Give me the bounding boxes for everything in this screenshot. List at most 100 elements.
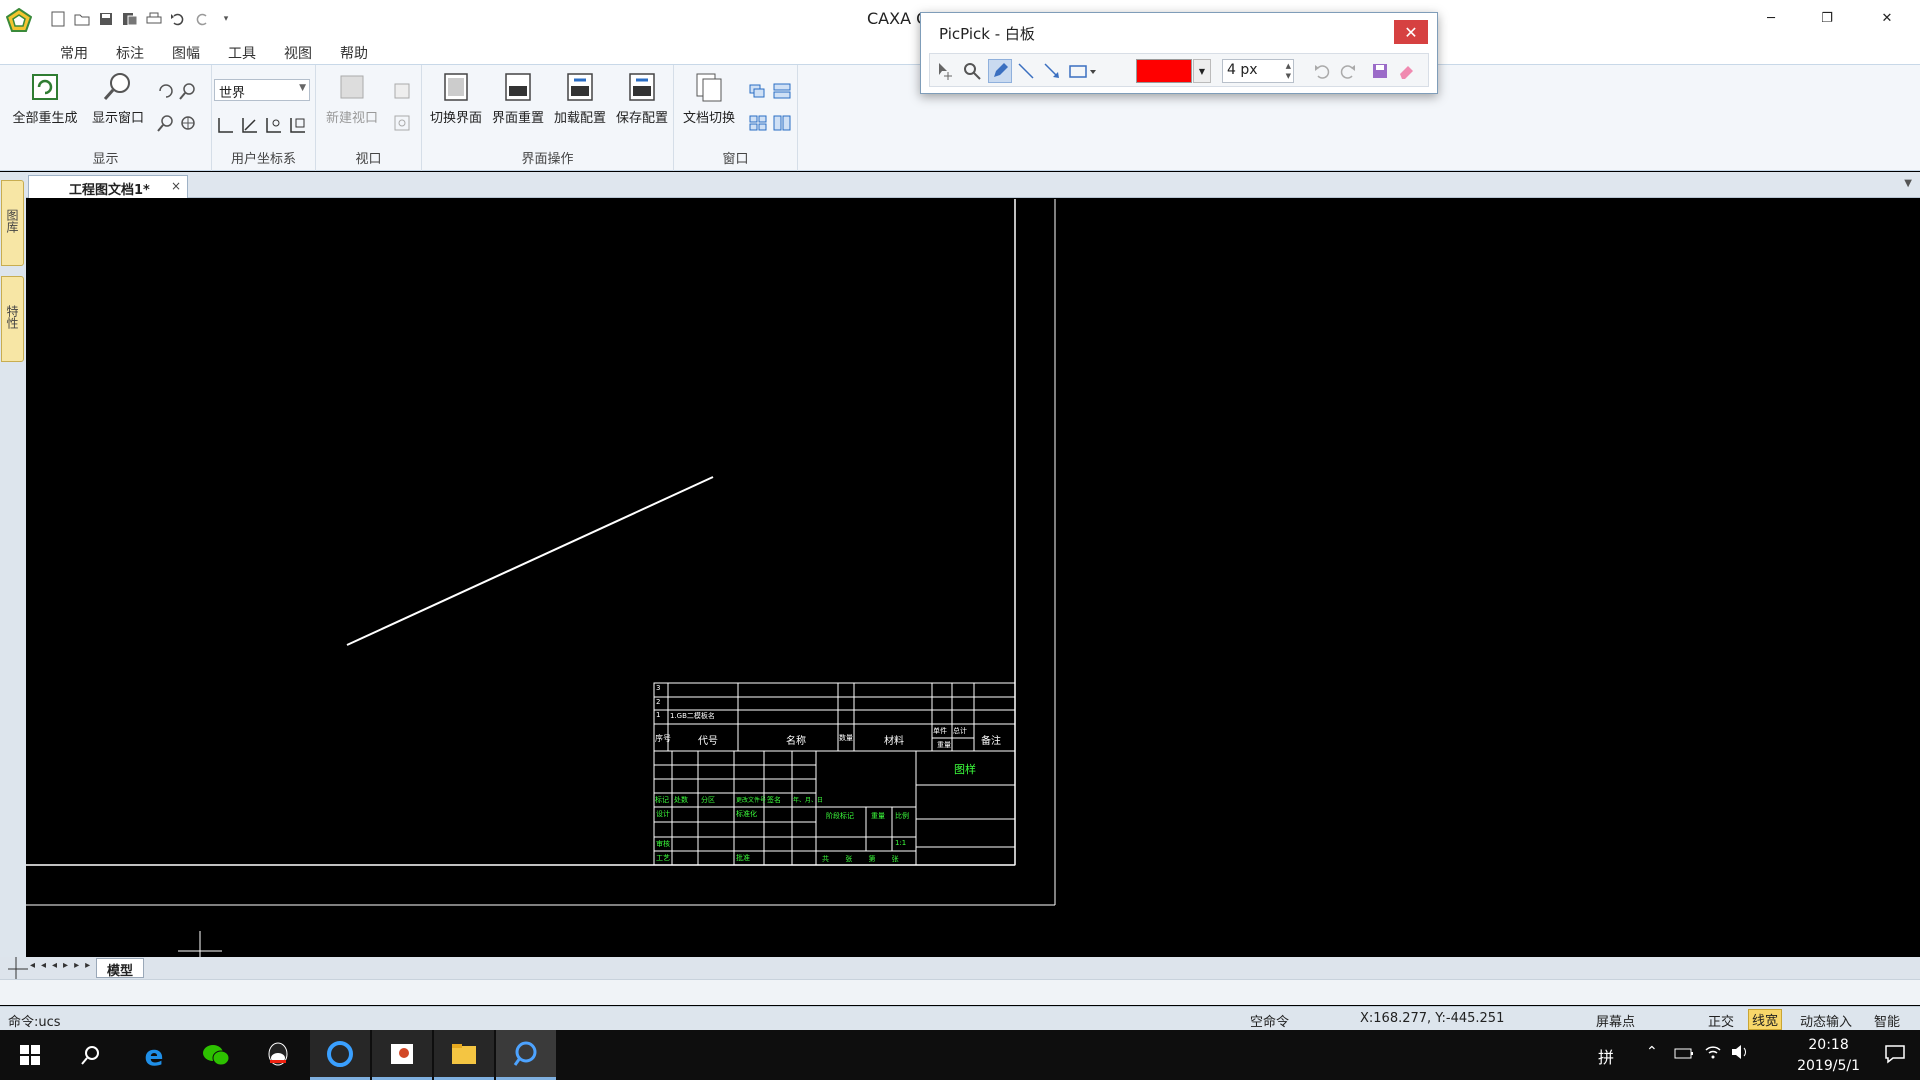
caxa-taskbar-icon[interactable] xyxy=(496,1030,556,1080)
customize-icon[interactable]: ▾ xyxy=(216,10,236,28)
color-dropdown-icon[interactable]: ▼ xyxy=(1193,59,1211,83)
chevron-down-icon[interactable]: ▼ xyxy=(1904,178,1912,189)
cascade-icon[interactable] xyxy=(748,81,768,101)
new-viewport-button[interactable]: 新建视口 xyxy=(322,71,382,126)
command-line[interactable]: 命令:ucs xyxy=(8,1011,61,1030)
ucs-new-icon[interactable] xyxy=(216,115,236,135)
status-linewidth[interactable]: 线宽 xyxy=(1748,1009,1783,1030)
ucs-origin-icon xyxy=(8,957,28,979)
doc-switch-button[interactable]: 文档切换 xyxy=(678,71,740,126)
powerpoint-icon[interactable] xyxy=(372,1030,432,1080)
tile-horizontal-icon[interactable] xyxy=(772,81,792,101)
rotate-view-icon[interactable] xyxy=(156,81,176,101)
zoom-icon[interactable] xyxy=(178,81,198,101)
pen-icon[interactable] xyxy=(988,59,1012,83)
show-window-button[interactable]: 显示窗口 xyxy=(86,71,150,126)
status-snap[interactable]: 屏幕点 xyxy=(1596,1011,1635,1030)
tab-tools[interactable]: 工具 xyxy=(228,43,256,63)
switch-ui-button[interactable]: 切换界面 xyxy=(426,71,486,126)
load-config-icon xyxy=(564,71,596,103)
wechat-icon[interactable] xyxy=(186,1030,246,1080)
save-icon[interactable] xyxy=(1368,59,1392,83)
volume-icon[interactable] xyxy=(1730,1044,1750,1064)
redo-icon[interactable] xyxy=(192,10,212,28)
eraser-icon[interactable] xyxy=(1394,59,1418,83)
command-history[interactable] xyxy=(0,979,1920,1005)
search-icon[interactable] xyxy=(60,1030,120,1080)
regen-all-button[interactable]: 全部重生成 xyxy=(8,71,82,126)
left-sidebar: 图库 特性 xyxy=(0,172,26,972)
caxa-logo-icon[interactable] xyxy=(5,7,33,32)
zoom-in-icon[interactable] xyxy=(156,113,176,133)
ucs-switch-icon[interactable] xyxy=(264,115,284,135)
viewport-layout-icon[interactable] xyxy=(392,81,412,101)
edge-icon[interactable]: e xyxy=(124,1030,184,1080)
line-icon[interactable] xyxy=(1014,59,1038,83)
open-icon[interactable] xyxy=(72,10,92,28)
tb-scale-value: 1:1 xyxy=(895,839,907,847)
pan-icon[interactable] xyxy=(178,113,198,133)
notification-icon[interactable] xyxy=(1884,1044,1906,1068)
battery-icon[interactable] xyxy=(1674,1046,1694,1064)
load-config-button[interactable]: 加载配置 xyxy=(550,71,610,126)
wifi-icon[interactable] xyxy=(1704,1044,1722,1064)
status-smart[interactable]: 智能 xyxy=(1874,1011,1900,1030)
drawn-line[interactable] xyxy=(346,476,714,646)
doc-tab-close-icon[interactable]: × xyxy=(171,179,181,193)
tile-vertical-icon[interactable] xyxy=(772,113,792,133)
tb-header-unit: 单件 xyxy=(933,727,947,735)
spinner-icon[interactable]: ▲ ▼ xyxy=(1286,61,1291,81)
tab-model[interactable]: 模型 xyxy=(96,958,144,979)
quick-access-toolbar: ▾ xyxy=(48,10,236,28)
print-icon[interactable] xyxy=(144,10,164,28)
status-dynamic-input[interactable]: 动态输入 xyxy=(1800,1011,1852,1030)
layout-nav-arrows[interactable]: ◂◂◂▸▸▸ xyxy=(30,960,96,971)
ucs-manage-icon[interactable] xyxy=(240,115,260,135)
ucs-display-icon[interactable] xyxy=(288,115,308,135)
picpick-close-button[interactable]: ✕ xyxy=(1394,20,1428,44)
save-as-icon[interactable] xyxy=(120,10,140,28)
save-config-button[interactable]: 保存配置 xyxy=(612,71,672,126)
chevron-down-icon: ▼ xyxy=(299,83,306,93)
group-window: 文档切换 窗口 xyxy=(674,65,798,171)
clock[interactable]: 20:18 2019/5/1 xyxy=(1797,1035,1860,1077)
reset-ui-button[interactable]: 界面重置 xyxy=(488,71,548,126)
magnifier-icon[interactable] xyxy=(960,59,984,83)
pen-size-input[interactable]: 4 px ▲ ▼ xyxy=(1222,59,1294,83)
qq-icon[interactable] xyxy=(248,1030,308,1080)
undo-icon[interactable] xyxy=(1310,59,1334,83)
color-swatch[interactable] xyxy=(1136,59,1192,83)
tab-help[interactable]: 帮助 xyxy=(340,43,368,63)
file-explorer-icon[interactable] xyxy=(434,1030,494,1080)
tab-common[interactable]: 常用 xyxy=(60,43,88,63)
tb-header-code: 代号 xyxy=(698,736,718,747)
side-tab-properties-label: 特性 xyxy=(5,305,19,329)
tile-grid-icon[interactable] xyxy=(748,113,768,133)
picpick-window[interactable]: PicPick - 白板 ✕ ▼ 4 px ▲ ▼ xyxy=(920,12,1438,94)
arrow-icon[interactable] xyxy=(1040,59,1064,83)
tab-document[interactable]: 工程图文档1* × xyxy=(28,175,188,198)
tab-view[interactable]: 视图 xyxy=(284,43,312,63)
redo-icon[interactable] xyxy=(1336,59,1360,83)
minimize-button[interactable]: ─ xyxy=(1748,6,1794,30)
rectangle-icon[interactable] xyxy=(1066,59,1100,83)
drawing-canvas[interactable]: 3 2 1 1.GB二模板名 序号 代号 名称 数量 材料 单件 总计 重量 备… xyxy=(26,199,1920,957)
status-ortho[interactable]: 正交 xyxy=(1708,1011,1734,1030)
viewport-fit-icon[interactable] xyxy=(392,113,412,133)
ucs-select[interactable]: 世界 ▼ xyxy=(214,79,310,101)
tray-expand-icon[interactable]: ⌃ xyxy=(1646,1044,1658,1060)
save-icon[interactable] xyxy=(96,10,116,28)
qqbrowser-icon[interactable] xyxy=(310,1030,370,1080)
side-tab-library[interactable]: 图库 xyxy=(1,180,24,266)
tab-annotate[interactable]: 标注 xyxy=(116,43,144,63)
ime-indicator[interactable]: 拼 xyxy=(1598,1044,1614,1068)
select-move-icon[interactable] xyxy=(934,59,958,83)
regen-icon xyxy=(29,71,61,103)
close-button[interactable]: ✕ xyxy=(1864,6,1910,30)
side-tab-properties[interactable]: 特性 xyxy=(1,276,24,362)
restore-button[interactable]: ❐ xyxy=(1804,6,1850,30)
tab-sheet[interactable]: 图幅 xyxy=(172,43,200,63)
undo-icon[interactable] xyxy=(168,10,188,28)
new-icon[interactable] xyxy=(48,10,68,28)
windows-start-icon[interactable] xyxy=(0,1030,60,1080)
